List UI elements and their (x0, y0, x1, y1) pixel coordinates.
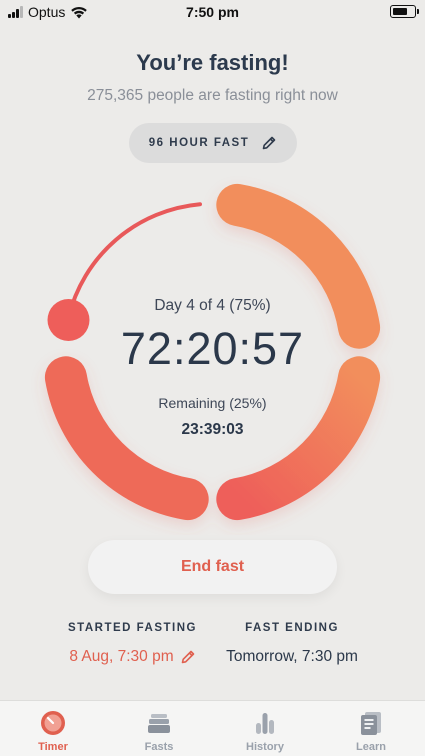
tab-fasts[interactable]: Fasts (119, 709, 199, 753)
fast-ending-heading: FAST ENDING (245, 622, 339, 634)
fasting-count: 275,365 people are fasting right now (87, 87, 338, 104)
started-fasting-time: 8 Aug, 7:30 pm (69, 648, 174, 665)
tab-label: Timer (38, 741, 68, 753)
history-icon (256, 713, 274, 734)
fast-ending-section: FAST ENDING Tomorrow, 7:30 pm (212, 622, 372, 666)
tab-label: Learn (356, 741, 386, 753)
started-fasting-value[interactable]: 8 Aug, 7:30 pm (55, 648, 210, 666)
fast-plan-button[interactable]: 96 HOUR FAST (129, 123, 297, 163)
learn-icon (361, 712, 381, 735)
tab-label: History (246, 741, 284, 753)
started-fasting-section: STARTED FASTING 8 Aug, 7:30 pm (55, 622, 210, 666)
end-fast-button[interactable]: End fast (88, 540, 337, 594)
fast-ending-value: Tomorrow, 7:30 pm (226, 648, 358, 665)
tab-timer[interactable]: Timer (13, 709, 93, 753)
page-title: You’re fasting! (136, 50, 289, 75)
status-time: 7:50 pm (186, 4, 239, 20)
pencil-icon (181, 650, 194, 664)
fast-plan-label: 96 HOUR FAST (148, 137, 250, 149)
tab-learn[interactable]: Learn (331, 709, 411, 753)
elapsed-time: 72:20:57 (120, 323, 305, 374)
timer-icon (41, 711, 65, 735)
tab-bar: Timer Fasts History Learn (0, 700, 425, 756)
day-progress-label: Day 4 of 4 (75%) (154, 297, 271, 314)
started-fasting-heading: STARTED FASTING (68, 622, 197, 634)
pencil-icon (262, 136, 276, 150)
fasts-icon (148, 714, 170, 733)
battery-icon (390, 5, 419, 18)
tab-history[interactable]: History (225, 709, 305, 753)
tab-label: Fasts (144, 741, 174, 753)
remaining-time: 23:39:03 (181, 421, 244, 438)
status-bar: Optus 7:50 pm (0, 0, 425, 24)
remaining-label: Remaining (25%) (158, 395, 267, 411)
